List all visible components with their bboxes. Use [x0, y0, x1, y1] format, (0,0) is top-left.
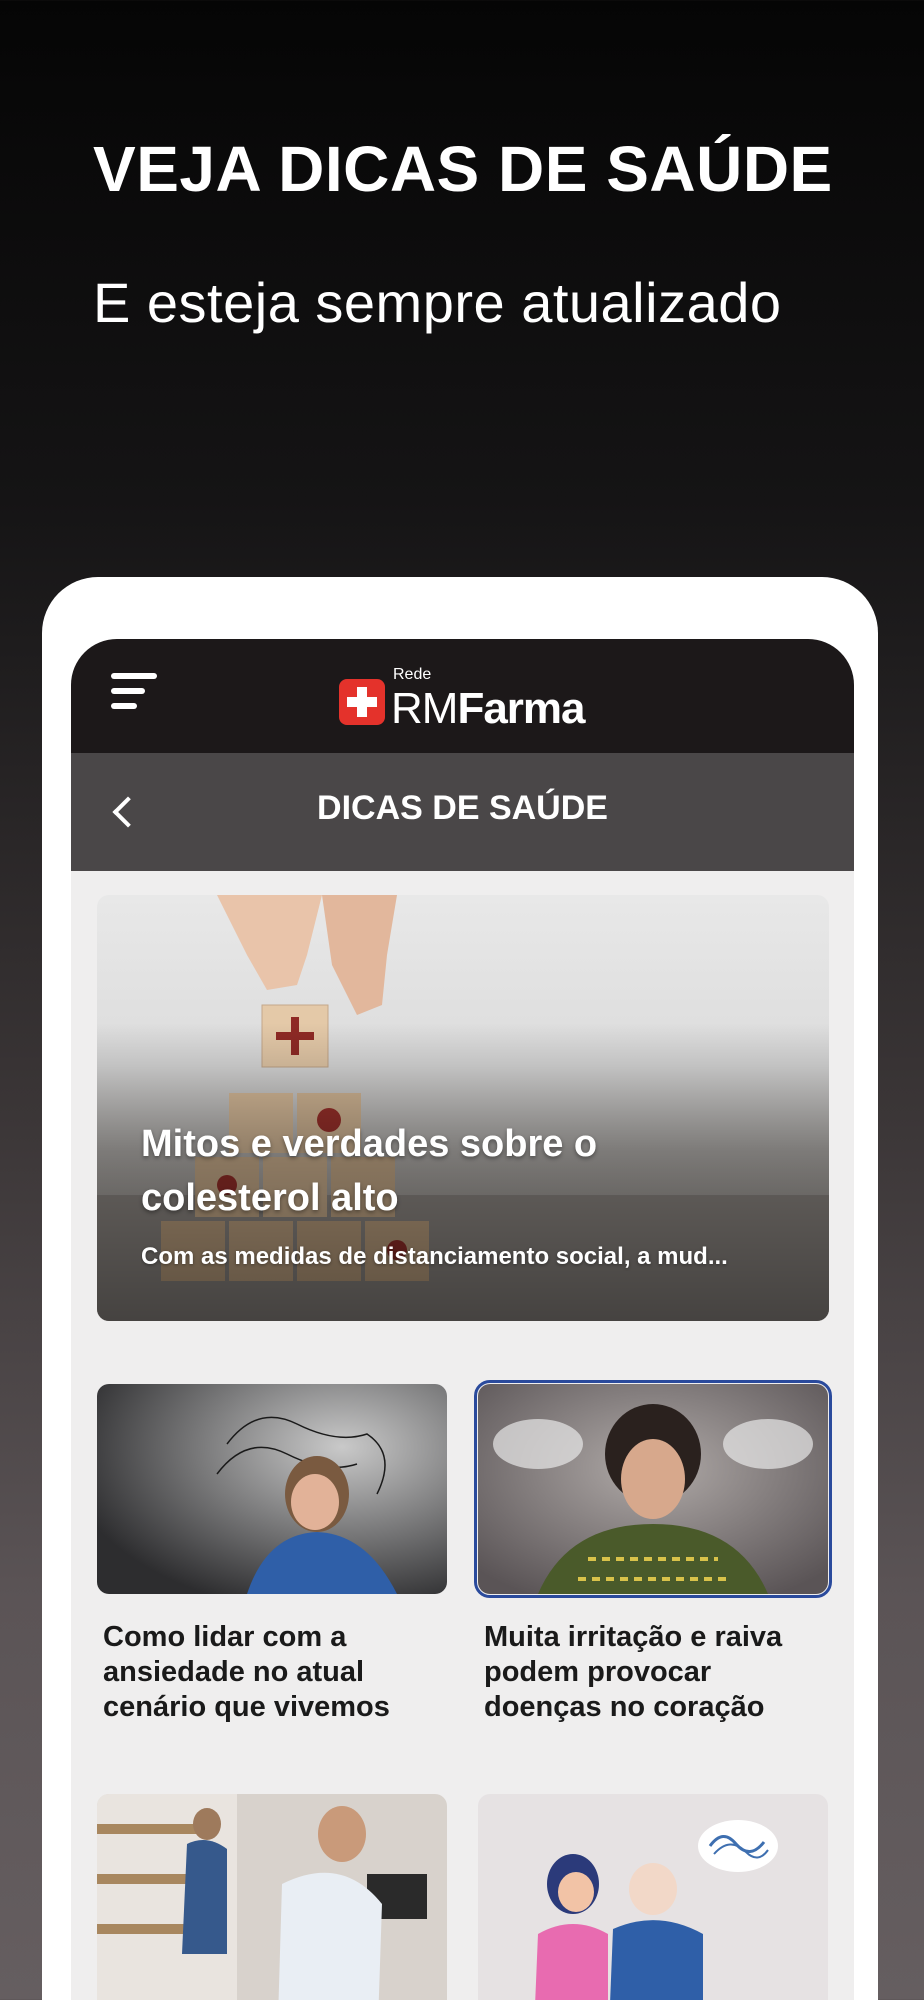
- subheader: DICAS DE SAÚDE: [71, 753, 854, 871]
- article-image: [478, 1794, 828, 2000]
- article-card[interactable]: [478, 1794, 828, 2000]
- article-card[interactable]: Muita irritação e raiva podem provocar d…: [474, 1380, 832, 1725]
- article-card[interactable]: [97, 1794, 447, 2000]
- logo-small-text: Rede: [393, 666, 432, 683]
- hamburger-menu-icon[interactable]: [111, 667, 161, 715]
- page-title: DICAS DE SAÚDE: [317, 789, 608, 827]
- article-image: [97, 1794, 447, 2000]
- app-screen: Rede RMFarma DICAS DE SAÚDE Mitos e verd…: [71, 639, 854, 2000]
- featured-article-excerpt: Com as medidas de distanciamento social,…: [141, 1243, 728, 1270]
- article-title: Como lidar com a ansiedade no atual cená…: [103, 1621, 390, 1723]
- promo-subtitle: E esteja sempre atualizado: [93, 271, 782, 334]
- logo-farma-text: Farma: [457, 684, 585, 733]
- featured-article-card[interactable]: Mitos e verdades sobre o colesterol alto…: [97, 895, 829, 1321]
- pharmacy-cross-icon: [339, 679, 385, 725]
- promo-title: VEJA DICAS DE SAÚDE: [93, 133, 833, 205]
- article-card[interactable]: Como lidar com a ansiedade no atual cená…: [97, 1384, 447, 1725]
- app-header: Rede RMFarma: [71, 639, 854, 753]
- featured-article-title: Mitos e verdades sobre o colesterol alto: [141, 1123, 598, 1219]
- rmfarma-logo: Rede RMFarma: [339, 661, 586, 733]
- article-image: [474, 1380, 832, 1598]
- article-image: [97, 1384, 447, 1594]
- article-title: Muita irritação e raiva podem provocar d…: [484, 1621, 783, 1723]
- logo-rm-text: RM: [391, 684, 458, 733]
